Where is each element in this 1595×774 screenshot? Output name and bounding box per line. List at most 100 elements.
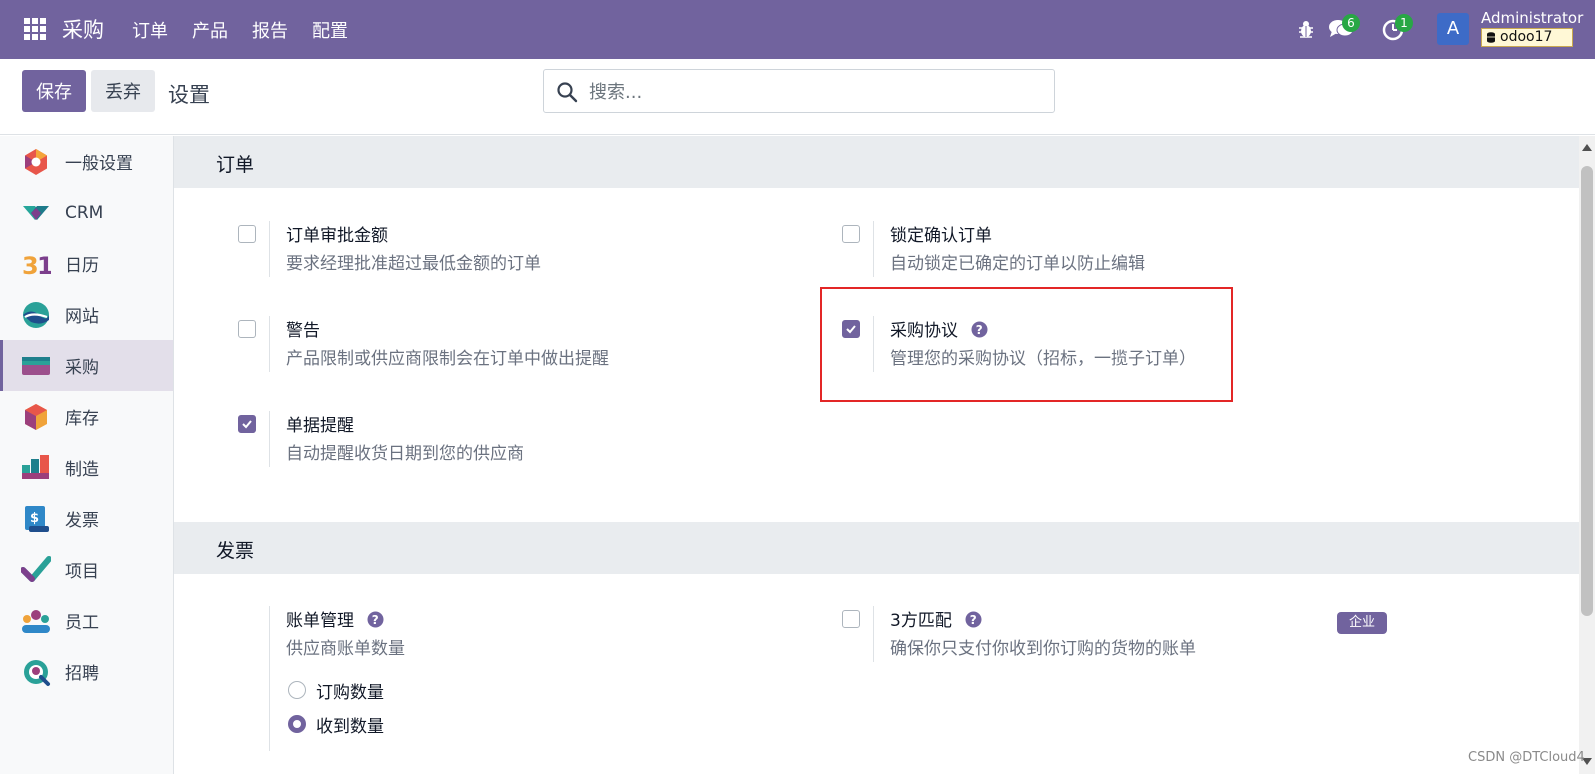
setting-description: 产品限制或供应商限制会在订单中做出提醒 xyxy=(286,349,609,369)
user-name[interactable]: Administrator xyxy=(1481,9,1583,27)
top-navbar: 采购 订单 产品 报告 配置 6 1 A Administrator odoo1… xyxy=(0,0,1595,59)
watermark: CSDN @DTCloud4 xyxy=(1468,750,1585,765)
search-input[interactable] xyxy=(589,79,1029,105)
recruitment-icon xyxy=(24,659,50,686)
sidebar-item-website[interactable]: 网站 xyxy=(0,289,173,340)
radio-label: 收到数量 xyxy=(316,716,384,737)
sidebar-label: 库存 xyxy=(65,409,99,429)
project-icon xyxy=(21,555,51,582)
inventory-icon xyxy=(25,403,47,430)
setting-description: 要求经理批准超过最低金额的订单 xyxy=(286,254,541,274)
radio-button[interactable] xyxy=(288,681,306,699)
setting-description: 供应商账单数量 xyxy=(286,639,405,659)
sidebar-label: 日历 xyxy=(65,256,99,276)
search-box[interactable] xyxy=(543,69,1055,113)
divider xyxy=(269,606,270,751)
save-button[interactable]: 保存 xyxy=(22,70,86,112)
sidebar-item-manufacturing[interactable]: 制造 xyxy=(0,442,173,493)
order-approval-checkbox[interactable] xyxy=(238,225,256,243)
setting-title: 警告 xyxy=(286,321,320,341)
section-title: 发票 xyxy=(216,540,255,562)
sidebar-label: 招聘 xyxy=(65,664,99,684)
database-icon xyxy=(1487,32,1495,43)
sidebar-item-general-settings[interactable]: 一般设置 xyxy=(0,136,173,187)
radio-label: 订购数量 xyxy=(316,682,384,703)
setting-title: 订单审批金额 xyxy=(286,226,388,246)
user-avatar[interactable]: A xyxy=(1437,13,1469,45)
section-title: 订单 xyxy=(216,154,255,176)
sidebar-label: 一般设置 xyxy=(65,154,133,174)
main-menu: 订单 产品 报告 配置 xyxy=(132,17,372,43)
enterprise-badge[interactable]: 企业 xyxy=(1337,612,1387,634)
three-way-matching-checkbox[interactable] xyxy=(842,610,860,628)
sidebar-label: 采购 xyxy=(65,358,99,378)
setting-three-way-matching: 3方匹配 ? 确保你只支付你收到你订购的货物的账单 xyxy=(842,606,1402,672)
sidebar-label: 项目 xyxy=(65,562,99,582)
activities-count-badge: 1 xyxy=(1395,14,1413,32)
sidebar-label: 员工 xyxy=(65,613,99,633)
scroll-thumb[interactable] xyxy=(1581,166,1593,616)
radio-received-quantities[interactable]: 收到数量 xyxy=(288,713,384,737)
svg-text:1: 1 xyxy=(37,252,51,279)
setting-title: 3方匹配 xyxy=(890,611,952,631)
section-header-invoicing: 发票 xyxy=(174,522,1579,574)
page-title: 设置 xyxy=(168,83,210,107)
setting-title: 锁定确认订单 xyxy=(890,226,992,246)
warning-checkbox[interactable] xyxy=(238,320,256,338)
setting-title-row: 3方匹配 ? xyxy=(890,606,982,631)
database-name: odoo17 xyxy=(1500,29,1553,45)
scroll-up-arrow-icon[interactable] xyxy=(1582,144,1592,151)
sidebar-item-recruitment[interactable]: 招聘 xyxy=(0,646,173,697)
settings-sidebar: 一般设置 CRM 3 1 日历 网站 采购 库存 制造 $ 发票 项目 员工 招… xyxy=(0,136,174,774)
svg-text:?: ? xyxy=(372,613,379,627)
settings-content: 订单 订单审批金额 要求经理批准超过最低金额的订单 锁定确认订单 自动锁定已确定… xyxy=(174,136,1579,774)
divider xyxy=(873,221,874,277)
menu-orders[interactable]: 订单 xyxy=(132,17,168,43)
website-icon xyxy=(23,301,49,328)
sidebar-item-calendar[interactable]: 3 1 日历 xyxy=(0,238,173,289)
setting-title: 单据提醒 xyxy=(286,416,354,436)
search-icon xyxy=(557,82,578,103)
radio-ordered-quantities[interactable]: 订购数量 xyxy=(288,679,384,703)
lock-orders-checkbox[interactable] xyxy=(842,225,860,243)
apps-menu-icon[interactable] xyxy=(24,18,46,40)
divider xyxy=(269,411,270,467)
sidebar-item-employees[interactable]: 员工 xyxy=(0,595,173,646)
calendar-icon: 3 1 xyxy=(22,252,51,279)
sidebar-item-crm[interactable]: CRM xyxy=(0,187,173,238)
sidebar-label: CRM xyxy=(65,202,104,223)
help-icon[interactable]: ? xyxy=(965,611,982,628)
crm-icon xyxy=(23,205,49,220)
setting-lock-orders: 锁定确认订单 自动锁定已确定的订单以防止编辑 xyxy=(842,221,1402,287)
scrollbar[interactable] xyxy=(1579,136,1595,774)
help-icon[interactable]: ? xyxy=(367,611,384,628)
radio-button[interactable] xyxy=(288,715,306,733)
setting-order-approval: 订单审批金额 要求经理批准超过最低金额的订单 xyxy=(238,221,798,287)
discard-button[interactable]: 丢弃 xyxy=(91,70,155,112)
divider xyxy=(873,606,874,662)
section-header-orders: 订单 xyxy=(174,136,1579,188)
app-brand[interactable]: 采购 xyxy=(62,14,104,44)
svg-text:?: ? xyxy=(970,613,977,627)
receipt-reminder-checkbox[interactable] xyxy=(238,415,256,433)
menu-reports[interactable]: 报告 xyxy=(252,17,288,43)
svg-text:$: $ xyxy=(30,511,39,526)
messages-count-badge: 6 xyxy=(1342,14,1360,32)
divider xyxy=(269,221,270,277)
bug-icon[interactable] xyxy=(1295,18,1317,40)
setting-description: 自动锁定已确定的订单以防止编辑 xyxy=(890,254,1145,274)
setting-description: 确保你只支付你收到你订购的货物的账单 xyxy=(890,639,1196,659)
setting-description: 自动提醒收货日期到您的供应商 xyxy=(286,444,524,464)
menu-configuration[interactable]: 配置 xyxy=(312,17,348,43)
database-chip: odoo17 xyxy=(1481,28,1573,47)
sidebar-item-invoicing[interactable]: $ 发票 xyxy=(0,493,173,544)
general-settings-icon xyxy=(25,148,47,175)
setting-title: 账单管理 xyxy=(286,611,354,631)
setting-warning: 警告 产品限制或供应商限制会在订单中做出提醒 xyxy=(238,316,798,382)
sidebar-label: 网站 xyxy=(65,307,99,327)
sidebar-item-inventory[interactable]: 库存 xyxy=(0,391,173,442)
sidebar-label: 发票 xyxy=(65,511,99,531)
sidebar-item-purchase[interactable]: 采购 xyxy=(0,340,173,391)
sidebar-item-project[interactable]: 项目 xyxy=(0,544,173,595)
menu-products[interactable]: 产品 xyxy=(192,17,228,43)
